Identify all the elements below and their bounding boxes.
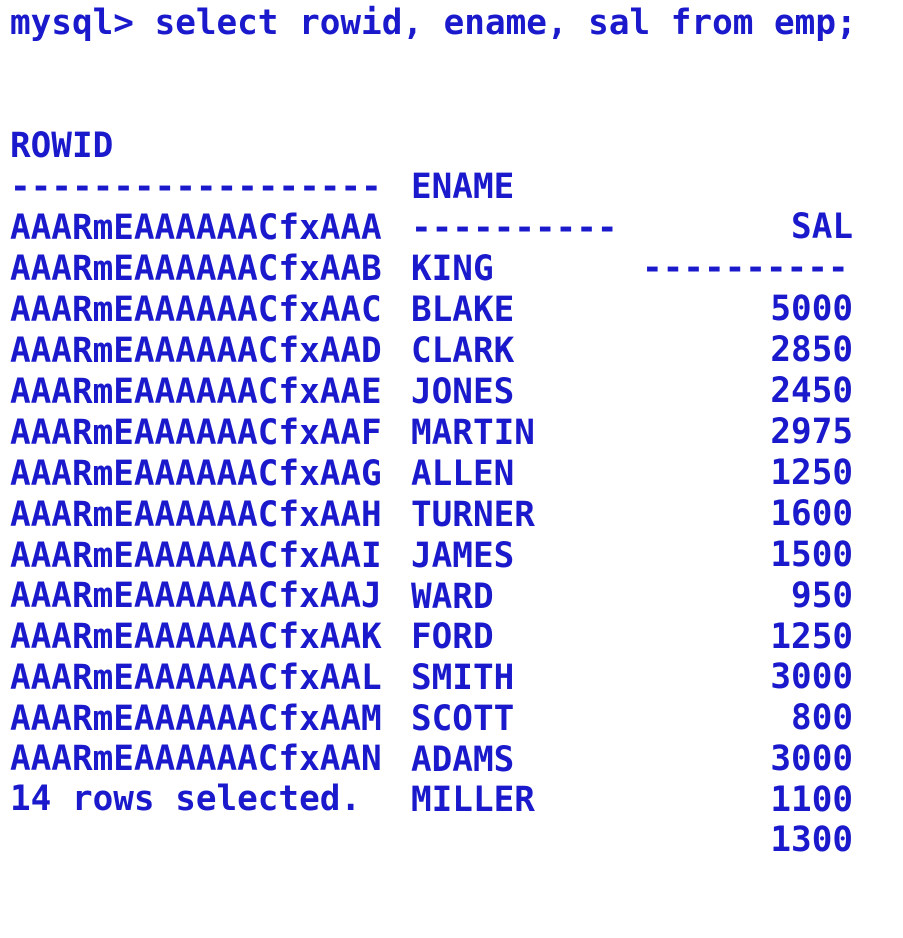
cell-ename: CLARK (411, 330, 515, 371)
sql-command: select rowid, ename, sal from emp; (154, 3, 857, 43)
cell-ename: BLAKE (411, 289, 515, 330)
cell-sal: 5000 (770, 289, 853, 330)
table-row: AAARmEAAAAAACfxAAD JONES 2975 (10, 290, 853, 453)
table-row: AAARmEAAAAAACfxAAL SCOTT 3000 (10, 617, 853, 780)
cell-ename: MILLER (411, 779, 535, 820)
cell-sal: 1250 (770, 453, 853, 494)
table-row: AAARmEAAAAAACfxAAC CLARK 2450 (10, 249, 853, 412)
table-row: AAARmEAAAAAACfxAAK SMITH 800 (10, 576, 853, 739)
cell-ename: JAMES (411, 535, 515, 576)
table-header: ROWID ENAME SAL (10, 85, 853, 248)
cell-ename: FORD (411, 616, 494, 657)
header-separator: ------------------ ---------- ---------- (10, 126, 849, 289)
cell-ename: ADAMS (411, 739, 515, 780)
header-sal: SAL (791, 207, 853, 248)
cell-sal: 800 (791, 698, 853, 739)
cell-sal: 1300 (770, 820, 853, 861)
cell-ename: SMITH (411, 657, 515, 698)
table-row: AAARmEAAAAAACfxAAE MARTIN 1250 (10, 331, 853, 494)
cell-sal: 950 (791, 576, 853, 617)
table-row: AAARmEAAAAAACfxAAH JAMES 950 (10, 454, 853, 617)
table-row: AAARmEAAAAAACfxAAF ALLEN 1600 (10, 372, 853, 535)
table-row: AAARmEAAAAAACfxAAI WARD 1250 (10, 495, 853, 658)
table-row: AAARmEAAAAAACfxAAM ADAMS 1100 (10, 658, 853, 821)
command-line: mysql> select rowid, ename, sal from emp… (10, 3, 857, 44)
cell-sal: 1100 (770, 780, 853, 821)
table-row: AAARmEAAAAAACfxAAG TURNER 1500 (10, 413, 853, 576)
mysql-prompt: mysql> (10, 3, 134, 43)
cell-ename: MARTIN (411, 412, 535, 453)
table-row: AAARmEAAAAAACfxAAA KING 5000 (10, 167, 853, 330)
cell-sal: 1250 (770, 617, 853, 658)
cell-sal: 2975 (770, 412, 853, 453)
header-ename: ENAME (411, 166, 515, 207)
cell-rowid: AAARmEAAAAAACfxAAN (10, 738, 382, 779)
rows-selected-message: 14 rows selected. (10, 779, 362, 819)
cell-ename: JONES (411, 371, 515, 412)
cell-ename: KING (411, 248, 494, 289)
separator-sal: ---------- (642, 248, 849, 289)
table-row: AAARmEAAAAAACfxAAB BLAKE 2850 (10, 208, 853, 371)
cell-ename: ALLEN (411, 453, 515, 494)
cell-sal: 3000 (770, 739, 853, 780)
cell-sal: 2450 (770, 371, 853, 412)
cell-sal: 1600 (770, 494, 853, 535)
cell-ename: SCOTT (411, 698, 515, 739)
table-row: AAARmEAAAAAACfxAAN MILLER 1300 (10, 698, 853, 861)
separator-ename: ---------- (411, 207, 618, 248)
terminal-output: mysql> select rowid, ename, sal from emp… (10, 0, 895, 861)
cell-sal: 2850 (770, 330, 853, 371)
cell-ename: WARD (411, 576, 494, 617)
cell-sal: 1500 (770, 535, 853, 576)
cell-ename: TURNER (411, 494, 535, 535)
cell-sal: 3000 (770, 657, 853, 698)
table-row: AAARmEAAAAAACfxAAJ FORD 3000 (10, 535, 853, 698)
